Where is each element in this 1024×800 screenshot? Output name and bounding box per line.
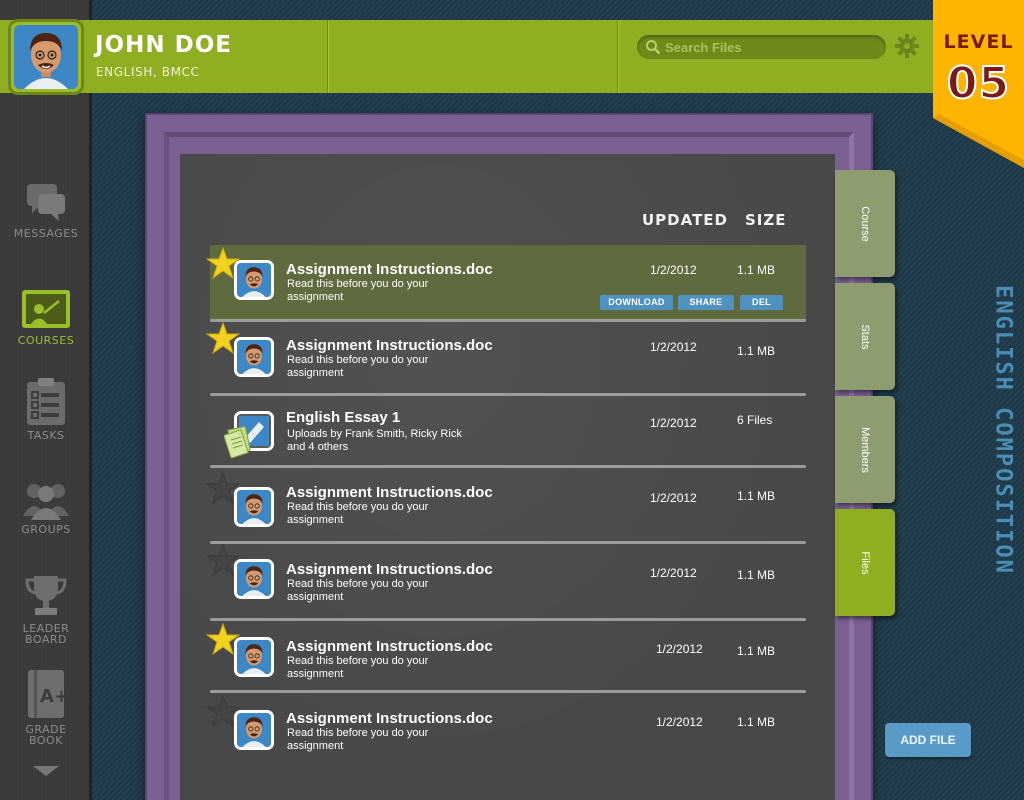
file-size: 1.1 MB: [737, 263, 776, 277]
nav-item-tasks[interactable]: TASKS: [0, 378, 92, 441]
avatar-icon: [237, 340, 271, 374]
tab-label: Course: [859, 205, 871, 242]
download-button[interactable]: DOWNLOAD: [600, 295, 673, 310]
delete-button[interactable]: DEL: [740, 295, 783, 310]
avatar-icon: [237, 490, 271, 524]
tab-label: Members: [859, 426, 871, 473]
avatar-icon: [237, 263, 271, 297]
nav-label: MESSAGES: [13, 227, 79, 240]
file-thumbnail: [234, 337, 274, 377]
file-thumbnail: [234, 710, 274, 750]
file-size: 1.1 MB: [737, 644, 776, 658]
file-description: Read this before you do your assignment: [287, 578, 429, 603]
add-file-button[interactable]: ADD FILE: [885, 723, 971, 757]
file-date: 1/2/2012: [650, 263, 697, 277]
trophy-icon: [25, 576, 67, 615]
nav-label: TASKS: [27, 429, 65, 442]
file-description: Read this before you do your assignment: [287, 727, 429, 752]
file-size: 1.1 MB: [737, 715, 776, 729]
svg-text:A+: A+: [40, 686, 68, 707]
gear-icon[interactable]: [895, 34, 919, 58]
file-title[interactable]: Assignment Instructions.doc: [286, 638, 493, 655]
column-header-size[interactable]: SIZE: [745, 211, 787, 229]
file-description: Read this before you do your assignment: [287, 501, 429, 526]
nav-label: COURSES: [17, 334, 75, 347]
user-course: ENGLISH, BMCC: [96, 65, 200, 79]
file-date: 1/2/2012: [650, 340, 697, 354]
header-divider: [617, 20, 618, 93]
file-date: 1/2/2012: [650, 416, 697, 430]
header-bar: JOHN DOE ENGLISH, BMCC: [0, 19, 1024, 95]
avatar-icon: [237, 713, 271, 747]
nav-item-leader-board[interactable]: LEADER BOARD: [0, 573, 92, 645]
file-thumbnail: [234, 637, 274, 677]
level-number: 05: [946, 57, 1011, 110]
nav-label-line-2: BOOK: [29, 734, 63, 747]
file-title[interactable]: Assignment Instructions.doc: [286, 710, 493, 727]
level-label: LEVEL: [943, 31, 1014, 53]
file-date: 1/2/2012: [656, 715, 703, 729]
avatar-icon: [237, 640, 271, 674]
folder-title[interactable]: English Essay 1: [286, 409, 400, 426]
search-box[interactable]: [637, 35, 886, 59]
search-input[interactable]: [665, 37, 875, 57]
file-size: 1.1 MB: [737, 344, 776, 358]
file-title[interactable]: Assignment Instructions.doc: [286, 337, 493, 354]
file-description: Read this before you do your assignment: [287, 655, 429, 680]
tab-stats[interactable]: Stats: [835, 283, 895, 390]
folder-row[interactable]: English Essay 1 Uploads by Frank Smith, …: [210, 396, 806, 466]
user-avatar[interactable]: [8, 19, 84, 95]
clipboard-checklist-icon: [27, 378, 65, 425]
nav-label: GROUPS: [21, 523, 71, 536]
user-name: JOHN DOE: [95, 32, 232, 58]
file-date: 1/2/2012: [650, 566, 697, 580]
file-count: 6 Files: [737, 413, 773, 427]
nav-item-courses[interactable]: COURSES: [0, 289, 92, 346]
scroll-down-arrow-icon[interactable]: [33, 766, 59, 776]
sidebar: MESSAGES COURSES TASKS GROUPS LEADER BOA…: [0, 0, 92, 800]
nav-item-grade-book[interactable]: A+ GRADE BOOK: [0, 668, 92, 746]
column-header-updated[interactable]: UPDATED: [642, 211, 728, 229]
chat-bubbles-icon: [27, 184, 65, 221]
file-row[interactable]: Assignment Instructions.doc Read this be…: [206, 322, 806, 394]
header-divider: [327, 20, 328, 93]
file-row[interactable]: Assignment Instructions.doc Read this be…: [206, 544, 806, 618]
tab-members[interactable]: Members: [835, 396, 895, 503]
file-title[interactable]: Assignment Instructions.doc: [286, 561, 493, 578]
folder-description: Uploads by Frank Smith, Ricky Rick and 4…: [287, 428, 462, 453]
document-stack-icon: [224, 426, 251, 458]
file-row[interactable]: Assignment Instructions.doc Read this be…: [206, 693, 806, 763]
file-row[interactable]: Assignment Instructions.doc Read this be…: [206, 245, 806, 320]
file-row[interactable]: Assignment Instructions.doc Read this be…: [206, 621, 806, 691]
tab-files[interactable]: Files: [835, 509, 895, 616]
file-title[interactable]: Assignment Instructions.doc: [286, 261, 493, 278]
people-icon: [23, 484, 69, 520]
tab-course[interactable]: Course: [835, 170, 895, 277]
file-thumbnail: [234, 487, 274, 527]
file-date: 1/2/2012: [656, 642, 703, 656]
file-description: Read this before you do your assignment: [287, 278, 429, 303]
nav-item-groups[interactable]: GROUPS: [0, 480, 92, 535]
search-icon: [646, 40, 661, 55]
nav-item-messages[interactable]: MESSAGES: [0, 182, 92, 239]
share-button[interactable]: SHARE: [678, 295, 734, 310]
file-size: 1.1 MB: [737, 489, 776, 503]
avatar-icon: [14, 25, 78, 89]
grade-book-icon: A+: [28, 670, 68, 718]
file-title[interactable]: Assignment Instructions.doc: [286, 484, 493, 501]
course-title: ENGLISH COMPOSITION: [990, 285, 1016, 575]
file-date: 1/2/2012: [650, 491, 697, 505]
nav-label-line-2: BOARD: [25, 633, 67, 646]
chalkboard-icon: [22, 290, 70, 328]
file-description: Read this before you do your assignment: [287, 354, 429, 379]
file-thumbnail: [234, 260, 274, 300]
tab-label: Files: [859, 550, 871, 575]
avatar-icon: [237, 562, 271, 596]
file-size: 1.1 MB: [737, 568, 776, 582]
tab-label: Stats: [859, 323, 871, 350]
file-row[interactable]: Assignment Instructions.doc Read this be…: [206, 468, 806, 542]
file-thumbnail: [234, 559, 274, 599]
